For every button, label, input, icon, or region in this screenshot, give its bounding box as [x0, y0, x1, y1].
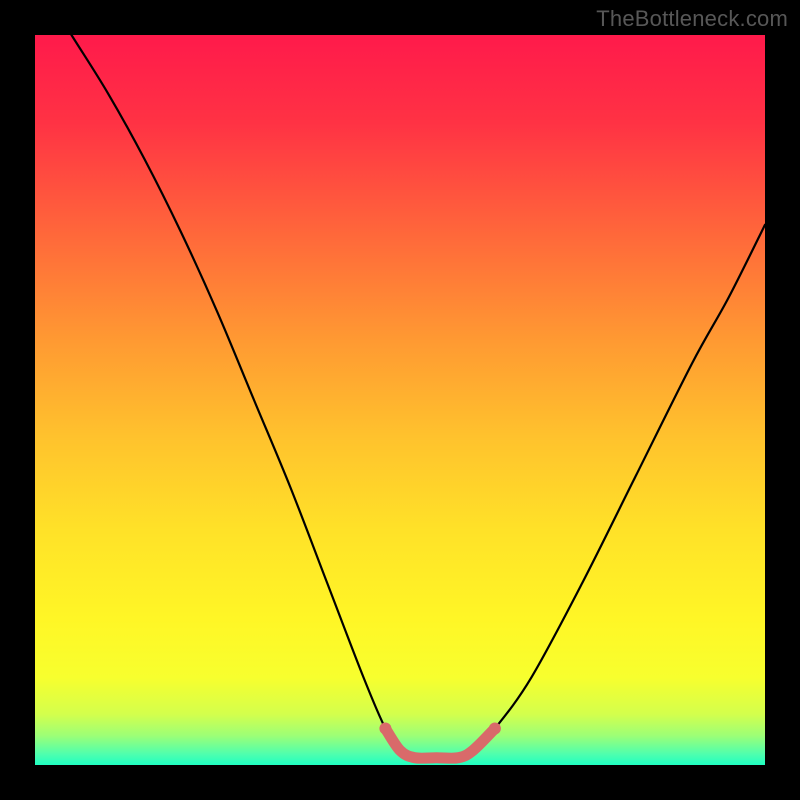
optimal-range-start-dot — [379, 723, 391, 735]
optimal-range-highlight — [385, 729, 495, 759]
plot-area — [35, 35, 765, 765]
chart-frame: TheBottleneck.com — [0, 0, 800, 800]
optimal-range-end-dot — [489, 723, 501, 735]
watermark-text: TheBottleneck.com — [596, 6, 788, 32]
bottleneck-curve — [35, 35, 765, 758]
curve-layer — [35, 35, 765, 765]
